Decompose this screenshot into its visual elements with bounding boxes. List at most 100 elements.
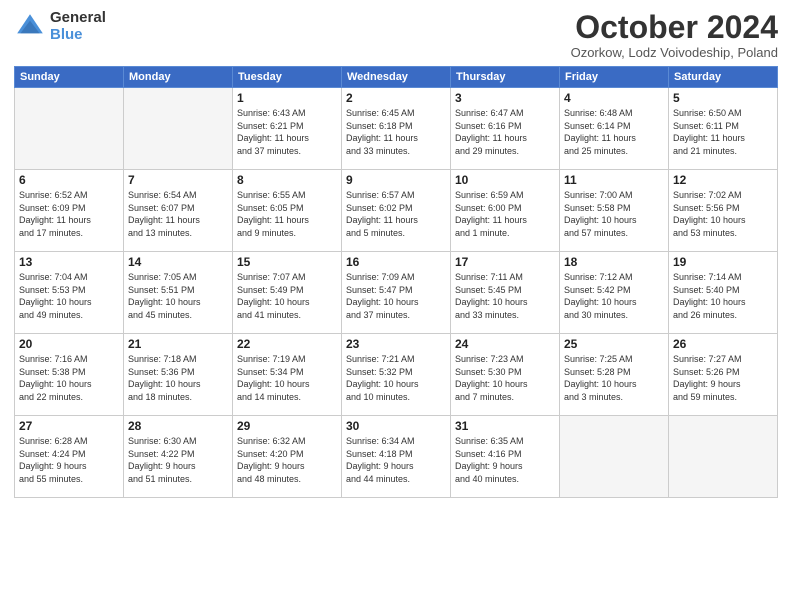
calendar-cell: 27 Sunrise: 6:28 AM Sunset: 4:24 PM Dayli… <box>15 416 124 498</box>
day-number: 9 <box>346 173 446 187</box>
day-info: Sunrise: 6:55 AM Sunset: 6:05 PM Dayligh… <box>237 189 337 239</box>
day-info: Sunrise: 7:18 AM Sunset: 5:36 PM Dayligh… <box>128 353 228 403</box>
day-number: 13 <box>19 255 119 269</box>
calendar-cell: 2Sunrise: 6:45 AM Sunset: 6:18 PM Daylig… <box>342 88 451 170</box>
calendar-cell: 17 Sunrise: 7:11 AM Sunset: 5:45 PM Dayli… <box>451 252 560 334</box>
col-thursday: Thursday <box>451 67 560 88</box>
day-number: 3 <box>455 91 555 105</box>
day-info: Sunrise: 6:30 AM Sunset: 4:22 PM Dayligh… <box>128 435 228 485</box>
calendar-cell: 9Sunrise: 6:57 AM Sunset: 6:02 PM Daylig… <box>342 170 451 252</box>
calendar-table: Sunday Monday Tuesday Wednesday Thursday… <box>14 66 778 498</box>
calendar-cell: 31Sunrise: 6:35 AM Sunset: 4:16 PM Dayli… <box>451 416 560 498</box>
logo-general: General <box>50 10 106 27</box>
calendar-cell: 21 Sunrise: 7:18 AM Sunset: 5:36 PM Dayli… <box>124 334 233 416</box>
logo-blue: Blue <box>50 27 106 44</box>
calendar-cell: 11Sunrise: 7:00 AM Sunset: 5:58 PM Dayli… <box>560 170 669 252</box>
calendar-cell <box>669 416 778 498</box>
day-number: 25 <box>564 337 664 351</box>
calendar-cell: 1 Sunrise: 6:43 AM Sunset: 6:21 PM Daylig… <box>233 88 342 170</box>
day-info: Sunrise: 7:16 AM Sunset: 5:38 PM Dayligh… <box>19 353 119 403</box>
day-number: 10 <box>455 173 555 187</box>
calendar-cell: 4 Sunrise: 6:48 AM Sunset: 6:14 PM Daylig… <box>560 88 669 170</box>
logo-icon <box>14 11 46 43</box>
calendar-cell: 19 Sunrise: 7:14 AM Sunset: 5:40 PM Dayli… <box>669 252 778 334</box>
calendar-cell: 16 Sunrise: 7:09 AM Sunset: 5:47 PM Dayli… <box>342 252 451 334</box>
day-number: 4 <box>564 91 664 105</box>
calendar-cell: 8 Sunrise: 6:55 AM Sunset: 6:05 PM Daylig… <box>233 170 342 252</box>
day-number: 28 <box>128 419 228 433</box>
day-info: Sunrise: 6:52 AM Sunset: 6:09 PM Dayligh… <box>19 189 119 239</box>
calendar-cell: 18Sunrise: 7:12 AM Sunset: 5:42 PM Dayli… <box>560 252 669 334</box>
day-info: Sunrise: 6:48 AM Sunset: 6:14 PM Dayligh… <box>564 107 664 157</box>
day-number: 5 <box>673 91 773 105</box>
day-info: Sunrise: 6:34 AM Sunset: 4:18 PM Dayligh… <box>346 435 446 485</box>
title-block: October 2024 Ozorkow, Lodz Voivodeship, … <box>571 10 778 60</box>
calendar-cell: 23 Sunrise: 7:21 AM Sunset: 5:32 PM Dayli… <box>342 334 451 416</box>
day-number: 27 <box>19 419 119 433</box>
month-title: October 2024 <box>571 10 778 45</box>
day-info: Sunrise: 6:28 AM Sunset: 4:24 PM Dayligh… <box>19 435 119 485</box>
col-wednesday: Wednesday <box>342 67 451 88</box>
day-number: 29 <box>237 419 337 433</box>
day-info: Sunrise: 7:25 AM Sunset: 5:28 PM Dayligh… <box>564 353 664 403</box>
calendar-cell: 29Sunrise: 6:32 AM Sunset: 4:20 PM Dayli… <box>233 416 342 498</box>
calendar-cell: 6 Sunrise: 6:52 AM Sunset: 6:09 PM Daylig… <box>15 170 124 252</box>
day-info: Sunrise: 6:59 AM Sunset: 6:00 PM Dayligh… <box>455 189 555 239</box>
day-number: 7 <box>128 173 228 187</box>
day-number: 8 <box>237 173 337 187</box>
calendar-cell: 22Sunrise: 7:19 AM Sunset: 5:34 PM Dayli… <box>233 334 342 416</box>
day-number: 6 <box>19 173 119 187</box>
day-number: 1 <box>237 91 337 105</box>
calendar-cell: 28 Sunrise: 6:30 AM Sunset: 4:22 PM Dayli… <box>124 416 233 498</box>
calendar-cell: 15Sunrise: 7:07 AM Sunset: 5:49 PM Dayli… <box>233 252 342 334</box>
day-info: Sunrise: 6:50 AM Sunset: 6:11 PM Dayligh… <box>673 107 773 157</box>
day-info: Sunrise: 7:23 AM Sunset: 5:30 PM Dayligh… <box>455 353 555 403</box>
calendar-cell <box>560 416 669 498</box>
day-info: Sunrise: 7:09 AM Sunset: 5:47 PM Dayligh… <box>346 271 446 321</box>
day-number: 30 <box>346 419 446 433</box>
day-info: Sunrise: 7:27 AM Sunset: 5:26 PM Dayligh… <box>673 353 773 403</box>
day-info: Sunrise: 7:11 AM Sunset: 5:45 PM Dayligh… <box>455 271 555 321</box>
calendar-week-4: 20 Sunrise: 7:16 AM Sunset: 5:38 PM Dayli… <box>15 334 778 416</box>
day-info: Sunrise: 7:00 AM Sunset: 5:58 PM Dayligh… <box>564 189 664 239</box>
day-number: 2 <box>346 91 446 105</box>
calendar-header-row: Sunday Monday Tuesday Wednesday Thursday… <box>15 67 778 88</box>
day-info: Sunrise: 7:21 AM Sunset: 5:32 PM Dayligh… <box>346 353 446 403</box>
calendar-cell: 24Sunrise: 7:23 AM Sunset: 5:30 PM Dayli… <box>451 334 560 416</box>
calendar-cell: 20 Sunrise: 7:16 AM Sunset: 5:38 PM Dayli… <box>15 334 124 416</box>
day-info: Sunrise: 7:02 AM Sunset: 5:56 PM Dayligh… <box>673 189 773 239</box>
day-info: Sunrise: 6:54 AM Sunset: 6:07 PM Dayligh… <box>128 189 228 239</box>
col-friday: Friday <box>560 67 669 88</box>
calendar-week-5: 27 Sunrise: 6:28 AM Sunset: 4:24 PM Dayli… <box>15 416 778 498</box>
calendar-cell <box>124 88 233 170</box>
day-number: 31 <box>455 419 555 433</box>
day-number: 23 <box>346 337 446 351</box>
day-number: 16 <box>346 255 446 269</box>
day-info: Sunrise: 6:47 AM Sunset: 6:16 PM Dayligh… <box>455 107 555 157</box>
calendar-cell: 7 Sunrise: 6:54 AM Sunset: 6:07 PM Daylig… <box>124 170 233 252</box>
calendar-cell: 25 Sunrise: 7:25 AM Sunset: 5:28 PM Dayli… <box>560 334 669 416</box>
day-number: 20 <box>19 337 119 351</box>
day-number: 17 <box>455 255 555 269</box>
calendar-week-3: 13 Sunrise: 7:04 AM Sunset: 5:53 PM Dayli… <box>15 252 778 334</box>
calendar-week-1: 1 Sunrise: 6:43 AM Sunset: 6:21 PM Daylig… <box>15 88 778 170</box>
calendar-cell: 10 Sunrise: 6:59 AM Sunset: 6:00 PM Dayli… <box>451 170 560 252</box>
calendar-cell <box>15 88 124 170</box>
day-number: 21 <box>128 337 228 351</box>
calendar-cell: 14 Sunrise: 7:05 AM Sunset: 5:51 PM Dayli… <box>124 252 233 334</box>
header: General Blue October 2024 Ozorkow, Lodz … <box>14 10 778 60</box>
calendar-cell: 12Sunrise: 7:02 AM Sunset: 5:56 PM Dayli… <box>669 170 778 252</box>
calendar-week-2: 6 Sunrise: 6:52 AM Sunset: 6:09 PM Daylig… <box>15 170 778 252</box>
logo-text: General Blue <box>50 10 106 43</box>
day-info: Sunrise: 7:05 AM Sunset: 5:51 PM Dayligh… <box>128 271 228 321</box>
day-number: 26 <box>673 337 773 351</box>
day-info: Sunrise: 6:43 AM Sunset: 6:21 PM Dayligh… <box>237 107 337 157</box>
calendar-cell: 3 Sunrise: 6:47 AM Sunset: 6:16 PM Daylig… <box>451 88 560 170</box>
day-info: Sunrise: 7:04 AM Sunset: 5:53 PM Dayligh… <box>19 271 119 321</box>
logo: General Blue <box>14 10 106 43</box>
subtitle: Ozorkow, Lodz Voivodeship, Poland <box>571 45 778 60</box>
day-info: Sunrise: 7:19 AM Sunset: 5:34 PM Dayligh… <box>237 353 337 403</box>
day-number: 19 <box>673 255 773 269</box>
day-number: 14 <box>128 255 228 269</box>
day-info: Sunrise: 7:14 AM Sunset: 5:40 PM Dayligh… <box>673 271 773 321</box>
